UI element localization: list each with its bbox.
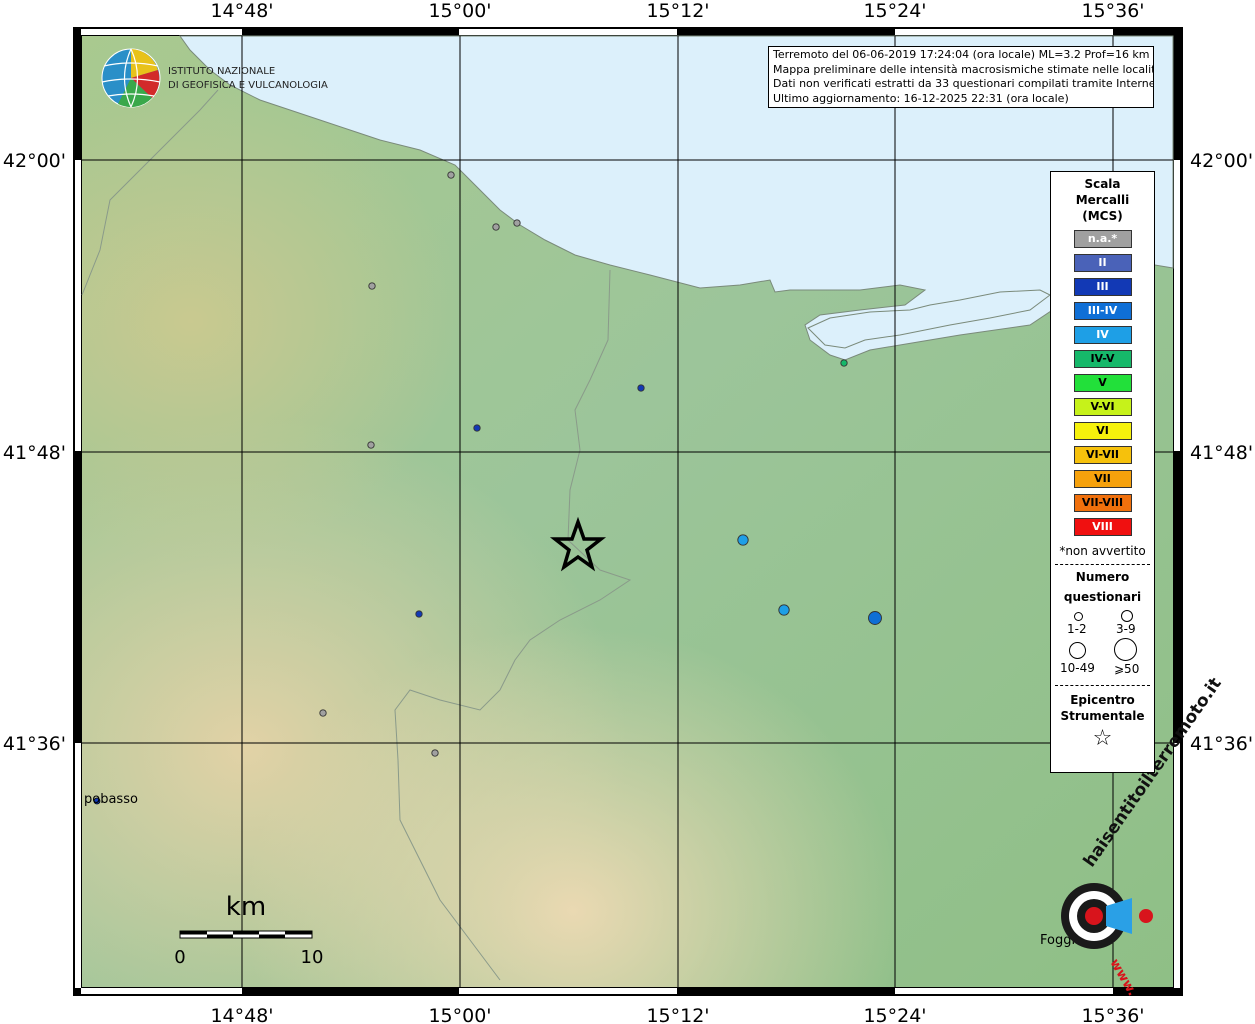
observation-point [415,610,423,618]
bottom-tick-label: 15°24' [863,1005,926,1024]
legend-divider [1055,564,1150,565]
scale-end: 10 [301,947,324,968]
left-tick-label: 41°48' [3,442,66,464]
intensity-swatch: VI [1073,422,1132,440]
left-tick-label: 42°00' [3,150,66,172]
observation-point [473,424,481,432]
event-line: Terremoto del 06-06-2019 17:24:04 (ora l… [773,48,1150,61]
intensity-swatch: VII [1073,470,1132,488]
bottom-tick-label: 15°36' [1081,1005,1144,1024]
observation-point [737,534,749,546]
intensity-swatch: III-IV [1073,302,1132,320]
bottom-tick-label: 15°12' [646,1005,709,1024]
intensity-swatch: VII-VIII [1073,494,1132,512]
observation-point [447,171,455,179]
observation-point [840,359,848,367]
intensity-swatch: VIII [1073,518,1132,536]
update-line: Ultimo aggiornamento: 16-12-2025 22:31 (… [773,91,1069,105]
intensity-swatch: II [1073,254,1132,272]
observation-point [513,219,521,227]
legend-divider [1055,685,1150,686]
event-info-box: Terremoto del 06-06-2019 17:24:04 (ora l… [768,46,1154,108]
top-tick-label: 15°00' [428,0,491,22]
count-title-line1: Numero [1075,570,1130,584]
epicenter-title-line1: Epicentro [1070,693,1135,707]
count-title-line2: questionari [1063,590,1142,604]
not-felt-note: *non avvertito [1059,544,1146,558]
intensity-swatch: IV-V [1073,350,1132,368]
top-tick-label: 15°24' [863,0,926,22]
observation-point [778,604,790,616]
intensity-swatches: n.a.* II III III-IV IV IV-V V V-VI VI VI-VII VII VI… [1051,230,1154,536]
bottom-tick-label: 14°48' [210,1005,273,1024]
map-description-line: Mappa preliminare delle intensità macros… [773,62,1154,76]
intensity-swatch: V [1073,374,1132,392]
intensity-swatch: VI-VII [1073,446,1132,464]
observation-point [368,282,376,290]
size-label: 3-9 [1116,622,1136,636]
observation-point [431,749,439,757]
observation-point [319,709,327,717]
size-circle-large [1069,642,1086,659]
scale-start: 0 [174,947,185,968]
intensity-swatch: n.a.* [1073,230,1132,248]
institute-line1: ISTITUTO NAZIONALE [168,66,275,77]
map-area [81,35,1174,987]
intensity-swatch: IV [1073,326,1132,344]
left-tick-label: 41°36' [3,733,66,755]
top-tick-label: 14°48' [210,0,273,22]
size-circle-medium [1121,610,1133,622]
legend-title-line2: Mercalli [1075,193,1130,207]
institute-line2: DI GEOFISICA E VULCANOLOGIA [168,80,328,91]
observation-point [868,611,882,625]
top-tick-label: 15°36' [1081,0,1144,22]
size-label: 1-2 [1067,622,1087,636]
data-source-line: Dati non verificati estratti da 33 quest… [773,77,1154,90]
top-tick-label: 15°12' [646,0,709,22]
size-circle-small [1074,612,1083,621]
right-tick-label: 42°00' [1190,150,1253,172]
scale-unit: km [226,892,266,922]
legend: Scala Mercalli (MCS) n.a.* II III III-IV IV I… [1050,171,1155,773]
size-label: ⩾50 [1114,662,1140,676]
legend-title-line1: Scala [1084,177,1121,191]
place-label-campobasso: pobasso [84,792,138,807]
observation-point [492,223,500,231]
bottom-tick-label: 15°00' [428,1005,491,1024]
size-label: 10-49 [1060,661,1095,675]
intensity-swatch: V-VI [1073,398,1132,416]
count-size-key: 1-2 3-9 [1051,605,1154,669]
epicenter-title-line2: Strumentale [1060,709,1145,723]
observation-point [367,441,375,449]
legend-title-line3: (MCS) [1082,209,1123,223]
size-circle-xlarge [1114,638,1137,661]
observation-point [637,384,645,392]
right-tick-label: 41°48' [1190,442,1253,464]
intensity-swatch: III [1073,278,1132,296]
epicenter-legend-icon: ☆ [1092,726,1113,751]
right-tick-label: 41°36' [1190,733,1253,755]
